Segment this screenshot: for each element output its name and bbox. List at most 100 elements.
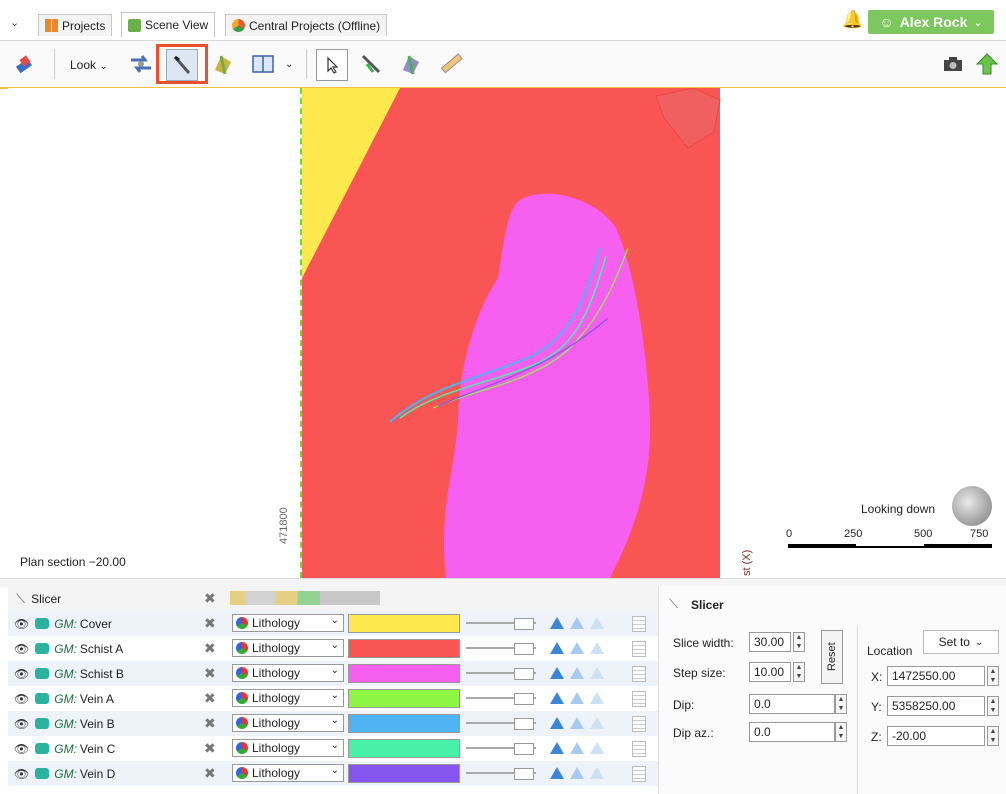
scene-viewport[interactable]: Plan section −20.00 471800 st (X) Lookin…	[8, 88, 1006, 578]
slice-width-input[interactable]: 30.00	[749, 632, 791, 652]
properties-list-icon[interactable]	[632, 666, 646, 682]
edit-model-icon[interactable]	[396, 49, 426, 79]
x-input[interactable]: 1472550.00	[887, 666, 985, 686]
shading-icon[interactable]	[550, 767, 564, 779]
draw-line-icon[interactable]	[356, 49, 386, 79]
shading-icon[interactable]	[590, 742, 604, 754]
move-icon[interactable]	[126, 49, 156, 79]
z-stepper[interactable]: ▲ ▼	[987, 726, 999, 746]
table-row[interactable]: 👁 GM: Vein A ✖ Lithology ⌄	[8, 686, 660, 711]
table-row[interactable]: 👁 GM: Vein B ✖ Lithology ⌄	[8, 711, 660, 736]
remove-row-icon[interactable]: ✖	[204, 690, 216, 707]
lithology-select[interactable]: Lithology ⌄	[232, 714, 344, 732]
shading-icon[interactable]	[590, 642, 604, 654]
color-swatch[interactable]	[348, 664, 460, 683]
table-row[interactable]: 👁 GM: Schist A ✖ Lithology ⌄	[8, 636, 660, 661]
slice-width-stepper[interactable]: ▲ ▼	[793, 632, 805, 652]
header-tools-icon[interactable]	[230, 591, 380, 605]
shading-icon[interactable]	[550, 667, 564, 679]
shading-icon[interactable]	[550, 742, 564, 754]
remove-row-icon[interactable]: ✖	[204, 640, 216, 657]
dip-az-input[interactable]: 0.0	[749, 722, 835, 742]
dip-input[interactable]: 0.0	[749, 694, 835, 714]
properties-list-icon[interactable]	[632, 766, 646, 782]
visibility-eye-icon[interactable]: 👁	[14, 642, 29, 656]
user-menu-button[interactable]: ☺ Alex Rock ⌄	[868, 10, 994, 34]
remove-row-icon[interactable]: ✖	[204, 615, 216, 632]
lithology-select[interactable]: Lithology ⌄	[232, 614, 344, 632]
properties-list-icon[interactable]	[632, 716, 646, 732]
shading-icon[interactable]	[570, 642, 584, 654]
shading-icon[interactable]	[570, 717, 584, 729]
shading-icon[interactable]	[590, 667, 604, 679]
ruler-icon[interactable]	[436, 49, 466, 79]
model-icon[interactable]	[208, 49, 238, 79]
shading-icon[interactable]	[550, 617, 564, 629]
shading-icon[interactable]	[550, 717, 564, 729]
shading-icon[interactable]	[590, 692, 604, 704]
remove-row-icon[interactable]: ✖	[204, 765, 216, 782]
opacity-slider[interactable]	[466, 643, 536, 655]
lithology-select[interactable]: Lithology ⌄	[232, 664, 344, 682]
color-swatch[interactable]	[348, 764, 460, 783]
lithology-select[interactable]: Lithology ⌄	[232, 689, 344, 707]
table-row[interactable]: 👁 GM: Vein D ✖ Lithology ⌄	[8, 761, 660, 786]
color-swatch[interactable]	[348, 689, 460, 708]
dip-stepper[interactable]: ▲ ▼	[835, 694, 847, 714]
split-view-icon[interactable]	[248, 49, 278, 79]
color-swatch[interactable]	[348, 639, 460, 658]
shading-icon[interactable]	[550, 642, 564, 654]
remove-row-icon[interactable]: ✖	[204, 715, 216, 732]
color-swatch[interactable]	[348, 714, 460, 733]
shading-icon[interactable]	[570, 692, 584, 704]
visibility-eye-icon[interactable]: 👁	[14, 692, 29, 706]
y-input[interactable]: 5358250.00	[887, 696, 985, 716]
visibility-eye-icon[interactable]: 👁	[14, 617, 29, 631]
shading-icon[interactable]	[550, 692, 564, 704]
pointer-icon[interactable]	[316, 49, 348, 81]
opacity-slider[interactable]	[466, 618, 536, 630]
eraser-icon[interactable]	[10, 49, 40, 79]
shading-icon[interactable]	[570, 742, 584, 754]
step-size-stepper[interactable]: ▲ ▼	[793, 662, 805, 682]
look-menu-button[interactable]: Look ⌄	[70, 58, 108, 72]
properties-list-icon[interactable]	[632, 641, 646, 657]
shading-icon[interactable]	[570, 767, 584, 779]
chevron-down-icon[interactable]: ⌄	[285, 59, 293, 70]
tab-scene-view[interactable]: Scene View	[121, 12, 216, 37]
lithology-select[interactable]: Lithology ⌄	[232, 739, 344, 757]
color-swatch[interactable]	[348, 739, 460, 758]
shading-icon[interactable]	[590, 767, 604, 779]
shading-icon[interactable]	[570, 617, 584, 629]
camera-icon[interactable]	[938, 49, 968, 79]
table-row[interactable]: 👁 GM: Vein C ✖ Lithology ⌄	[8, 736, 660, 761]
step-size-input[interactable]: 10.00	[749, 662, 791, 682]
x-stepper[interactable]: ▲ ▼	[987, 666, 999, 686]
opacity-slider[interactable]	[466, 718, 536, 730]
properties-list-icon[interactable]	[632, 741, 646, 757]
shading-icon[interactable]	[590, 717, 604, 729]
visibility-eye-icon[interactable]: 👁	[14, 767, 29, 781]
table-row[interactable]: 👁 GM: Schist B ✖ Lithology ⌄	[8, 661, 660, 686]
remove-row-icon[interactable]: ✖	[204, 740, 216, 757]
chevron-down-icon[interactable]: ⌄	[10, 16, 26, 32]
color-swatch[interactable]	[348, 614, 460, 633]
set-to-button[interactable]: Set to ⌄	[923, 630, 999, 654]
y-stepper[interactable]: ▲ ▼	[987, 696, 999, 716]
visibility-eye-icon[interactable]: 👁	[14, 667, 29, 681]
visibility-eye-icon[interactable]: 👁	[14, 742, 29, 756]
z-input[interactable]: -20.00	[887, 726, 985, 746]
slicer-icon[interactable]	[166, 49, 198, 81]
properties-list-icon[interactable]	[632, 616, 646, 632]
visibility-eye-icon[interactable]: 👁	[14, 717, 29, 731]
opacity-slider[interactable]	[466, 668, 536, 680]
remove-all-icon[interactable]: ✖	[204, 590, 216, 607]
shading-icon[interactable]	[590, 617, 604, 629]
opacity-slider[interactable]	[466, 743, 536, 755]
dip-az-stepper[interactable]: ▲ ▼	[835, 722, 847, 742]
tab-projects[interactable]: Projects	[38, 14, 113, 36]
lithology-select[interactable]: Lithology ⌄	[232, 639, 344, 657]
opacity-slider[interactable]	[466, 693, 536, 705]
orientation-compass[interactable]	[952, 486, 992, 526]
tab-central-projects[interactable]: Central Projects (Offline)	[225, 14, 388, 36]
